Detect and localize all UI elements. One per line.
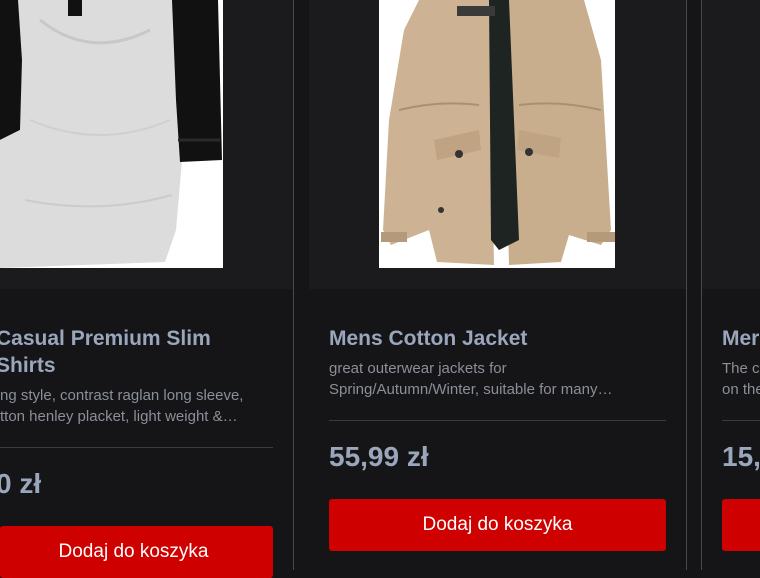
product-title[interactable]: Mer <box>722 325 759 352</box>
product-description-line2: on the <box>722 381 760 398</box>
product-price: 0 zł <box>0 468 42 499</box>
product-description: The c on the <box>722 358 760 400</box>
product-title-line2: Shirts <box>0 354 56 377</box>
card-separator <box>293 0 294 570</box>
cotton-jacket-icon <box>379 0 615 268</box>
divider <box>0 447 273 448</box>
product-card: Casual Premium Slim Shirts ng style, con… <box>0 0 293 578</box>
add-to-cart-button[interactable]: Dodaj do koszyka <box>329 499 666 551</box>
raglan-shirt-icon <box>0 0 223 268</box>
product-title[interactable]: Casual Premium Slim Shirts <box>0 325 211 379</box>
product-price: 15, <box>722 441 760 472</box>
product-title[interactable]: Mens Cotton Jacket <box>329 325 527 352</box>
product-image[interactable] <box>0 0 223 268</box>
product-card: Mer The c on the 15, <box>702 0 760 570</box>
product-description-line2: Spring/Autumn/Winter, suitable for many… <box>329 381 613 398</box>
product-card: Mens Cotton Jacket great outerwear jacke… <box>309 0 686 570</box>
product-image-area <box>702 0 760 289</box>
divider <box>329 420 666 421</box>
product-image[interactable] <box>379 0 615 268</box>
product-description: great outerwear jackets for Spring/Autum… <box>329 358 669 400</box>
product-description-line1: The c <box>722 360 760 377</box>
add-to-cart-button[interactable] <box>722 499 760 551</box>
product-description: ng style, contrast raglan long sleeve, t… <box>0 385 290 427</box>
add-to-cart-button[interactable]: Dodaj do koszyka <box>0 526 273 578</box>
product-description-line1: ng style, contrast raglan long sleeve, <box>0 387 244 404</box>
divider <box>722 420 760 421</box>
product-description-line1: great outerwear jackets for <box>329 360 507 377</box>
card-separator <box>686 0 687 570</box>
product-price: 55,99 zł <box>329 441 429 472</box>
product-description-line2: tton henley placket, light weight &… <box>0 408 238 425</box>
product-title-line1: Casual Premium Slim <box>0 327 211 350</box>
